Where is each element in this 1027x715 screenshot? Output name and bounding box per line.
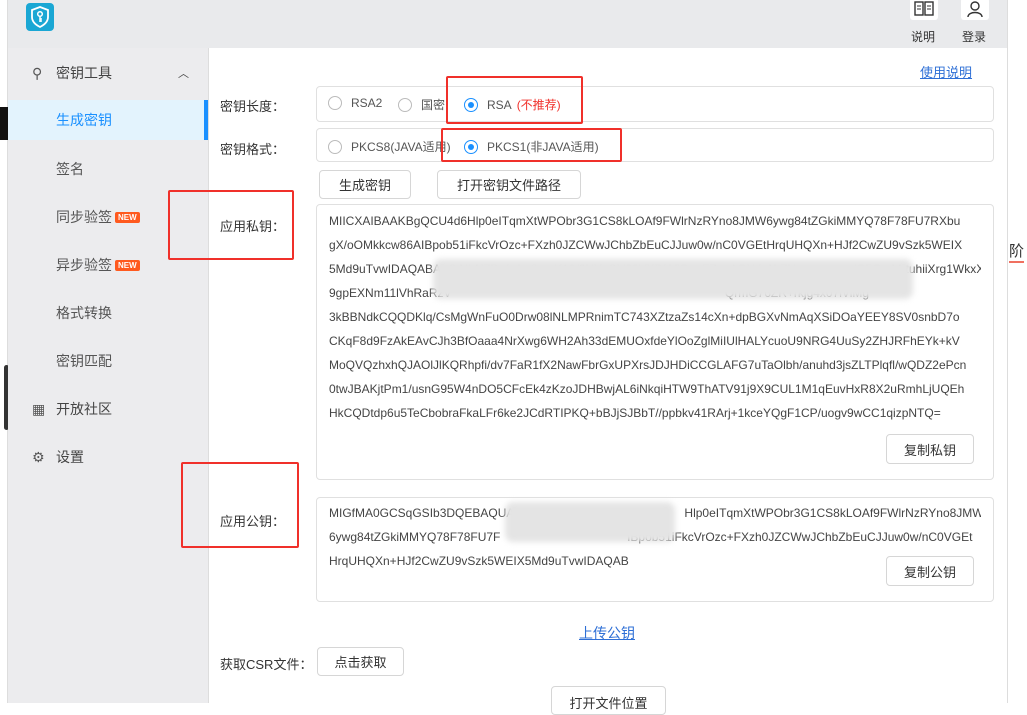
key-line: CKqF8d9FzAkEAvCJh3BfOaaa4NrXwg6WH2Ah33dE… xyxy=(329,334,960,348)
key-line: MoQVQzhxhQJAOlJlKQRhpfi/dv7FaR1fX2NawFbr… xyxy=(329,358,967,372)
redacted-region xyxy=(433,259,913,299)
open-file-location-button[interactable]: 打开文件位置 xyxy=(551,686,666,715)
group-label: 密钥工具 xyxy=(56,65,112,81)
sidebar-item-label: 设置 xyxy=(56,449,84,465)
radio-guomi[interactable]: 国密 xyxy=(398,96,445,113)
open-key-path-button[interactable]: 打开密钥文件路径 xyxy=(437,170,581,199)
app-logo xyxy=(26,3,54,31)
usage-link[interactable]: 使用说明 xyxy=(920,62,972,81)
copy-private-key-button[interactable]: 复制私钥 xyxy=(886,434,974,464)
sidebar-item-label: 生成密钥 xyxy=(56,112,112,128)
key-line: 3kBBNdkCQQDKlq/CsMgWnFuO0Drw08lNLMPRnimT… xyxy=(329,310,960,324)
book-icon xyxy=(914,1,934,16)
login-label[interactable]: 登录 xyxy=(962,28,986,45)
radio-circle xyxy=(328,139,342,154)
chevron-up-icon: ︿ xyxy=(178,68,189,80)
generate-key-button[interactable]: 生成密钥 xyxy=(319,170,411,199)
radio-label: PKCS8(JAVA适用) xyxy=(351,140,451,154)
sidebar-item-generate-key[interactable]: 生成密钥 xyxy=(8,100,208,140)
key-line: HrqUHQXn+HJf2CwZU9vSzk5WEIX5Md9uTvwIDAQA… xyxy=(329,554,629,568)
left-edge xyxy=(0,0,8,703)
sidebar-item-settings[interactable]: ⚙ 设置 xyxy=(8,437,208,477)
public-key-textarea[interactable]: MIGfMA0GCSqGSIb3DQEBAQUAA4GNADCBiQKBgQ H… xyxy=(316,497,994,602)
sidebar-item-key-match[interactable]: 密钥匹配 xyxy=(8,341,208,381)
sidebar-item-label: 密钥匹配 xyxy=(56,353,112,369)
key-format-label: 密钥格式： xyxy=(220,142,286,157)
login-button[interactable] xyxy=(961,0,989,20)
get-csr-button[interactable]: 点击获取 xyxy=(317,647,404,676)
new-badge: NEW xyxy=(115,211,140,223)
sidebar-item-community[interactable]: ▦ 开放社区 xyxy=(8,389,208,429)
top-bar xyxy=(8,0,1007,48)
radio-circle xyxy=(398,97,412,112)
key-line: gX/oOMkkcw86AIBpob51iFkcVrOzc+FXzh0JZCWw… xyxy=(329,238,963,252)
help-label[interactable]: 说明 xyxy=(911,28,935,45)
gear-icon: ⚙ xyxy=(32,448,45,465)
shield-key-icon xyxy=(31,6,49,28)
sidebar-item-label: 开放社区 xyxy=(56,401,112,417)
key-line: 0twJBAKjtPm1/usnG95W4nDO5CFcEk4zKzoJDHBw… xyxy=(329,382,965,396)
sidebar-item-label: 同步验签 xyxy=(56,209,112,225)
annotation-box xyxy=(446,76,583,124)
sidebar-group-key-tools[interactable]: ⚲ 密钥工具 ︿ xyxy=(8,53,208,93)
upload-public-key-link[interactable]: 上传公钥 xyxy=(579,623,635,643)
key-line: MIICXAIBAAKBgQCU4d6Hlp0eITqmXtWPObr3G1CS… xyxy=(329,214,961,228)
radio-label: RSA2 xyxy=(351,96,383,110)
annotation-box xyxy=(181,462,299,548)
sidebar-item-format-convert[interactable]: 格式转换 xyxy=(8,293,208,333)
annotation-box xyxy=(168,190,294,260)
sidebar-item-label: 格式转换 xyxy=(56,305,112,321)
copy-public-key-button[interactable]: 复制公钥 xyxy=(886,556,974,586)
sidebar-item-label: 签名 xyxy=(56,161,84,177)
key-length-label: 密钥长度： xyxy=(220,99,286,114)
key-line: HkCQDtdp6u5TeCbobraFkaLFr6ke2JCdRTIPKQ+b… xyxy=(329,406,941,420)
radio-rsa2[interactable]: RSA2 xyxy=(328,96,382,110)
new-badge: NEW xyxy=(115,259,140,271)
radio-pkcs8[interactable]: PKCS8(JAVA适用) xyxy=(328,138,451,155)
user-icon xyxy=(967,1,983,18)
help-button[interactable] xyxy=(910,0,938,20)
sidebar-item-label: 异步验签 xyxy=(56,257,112,273)
sidebar-item-sign[interactable]: 签名 xyxy=(8,149,208,189)
radio-label: 国密 xyxy=(421,98,446,112)
background-window xyxy=(0,107,8,140)
csr-label: 获取CSR文件： xyxy=(220,657,313,672)
annotation-box xyxy=(441,128,622,162)
right-pane: 阶 xyxy=(1007,0,1027,703)
radio-circle xyxy=(328,96,342,110)
redacted-region xyxy=(505,502,675,542)
grid-icon: ▦ xyxy=(32,400,46,417)
right-pane-text: 阶 xyxy=(1009,240,1025,263)
search-icon: ⚲ xyxy=(32,64,43,81)
